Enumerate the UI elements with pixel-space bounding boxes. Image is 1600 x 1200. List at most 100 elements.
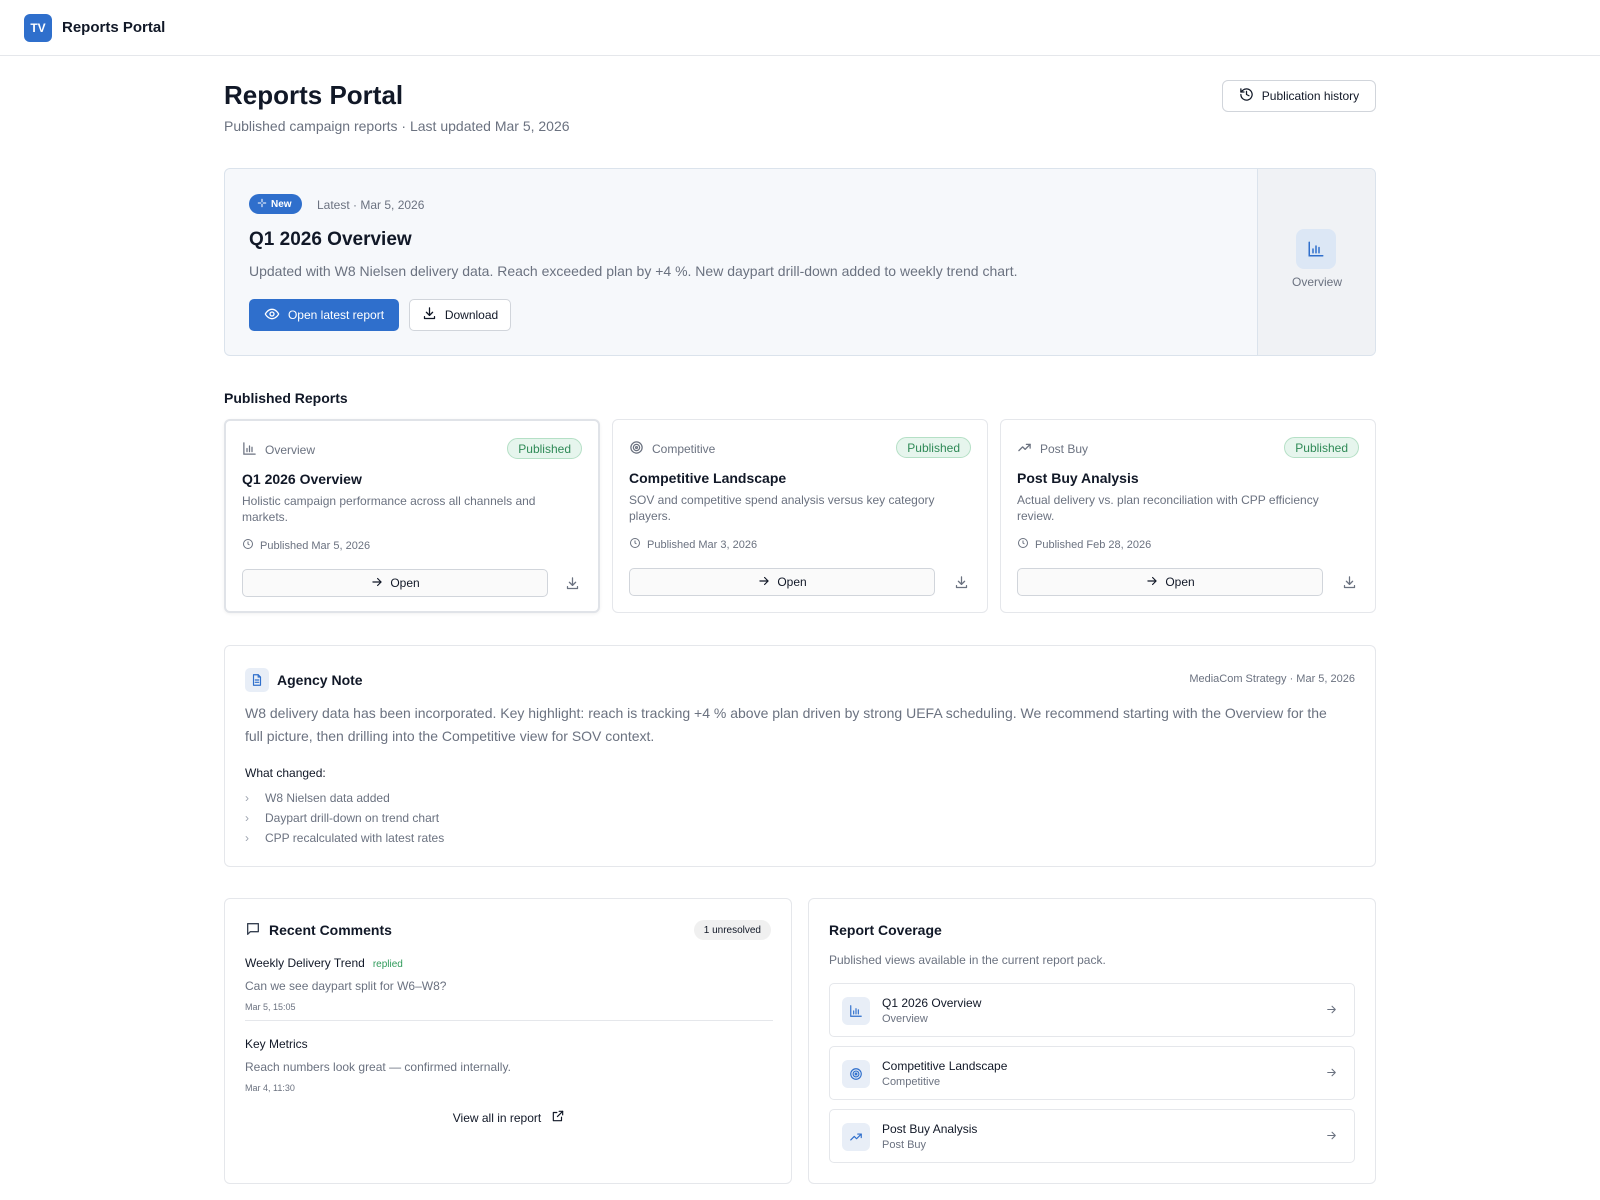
unresolved-badge: 1 unresolved <box>693 920 771 940</box>
report-card-post-buy[interactable]: Post Buy Published Post Buy Analysis Act… <box>1000 419 1376 613</box>
coverage-item-competitive[interactable]: Competitive Landscape Competitive <box>829 1046 1355 1100</box>
message-icon <box>245 921 261 942</box>
bar-chart-icon <box>242 441 257 459</box>
eye-icon <box>264 306 280 325</box>
publication-history-button[interactable]: Publication history <box>1222 80 1376 112</box>
category-label: Competitive <box>652 442 716 456</box>
recent-comments-panel: Recent Comments 1 unresolved Weekly Deli… <box>224 898 792 1184</box>
list-item: › W8 Nielsen data added <box>245 788 444 808</box>
bar-chart-icon <box>1296 229 1336 269</box>
report-card-title: Competitive Landscape <box>629 470 787 486</box>
publication-history-label: Publication history <box>1261 89 1360 103</box>
clock-icon <box>1017 537 1029 552</box>
coverage-item-post-buy[interactable]: Post Buy Analysis Post Buy <box>829 1109 1355 1163</box>
date-label: Published Feb 28, 2026 <box>1035 538 1152 551</box>
date-label: Published Mar 3, 2026 <box>647 538 758 551</box>
download-icon[interactable] <box>951 572 971 592</box>
open-report-button[interactable]: Open <box>629 568 935 596</box>
comment-item[interactable]: Key Metrics Reach numbers look great — c… <box>245 1035 773 1093</box>
agency-note: Agency Note MediaCom Strategy · Mar 5, 2… <box>224 645 1376 867</box>
report-coverage-title: Report Coverage <box>829 922 942 938</box>
report-card-description: SOV and competitive spend analysis versu… <box>629 493 935 523</box>
comment-title: Key Metrics <box>245 1037 308 1051</box>
report-card-date: Published Feb 28, 2026 <box>1017 537 1151 552</box>
list-item: › Daypart drill-down on trend chart <box>245 808 444 828</box>
download-button[interactable]: Download <box>409 299 511 331</box>
download-icon[interactable] <box>1339 572 1359 592</box>
hero-side-label: Overview <box>1291 275 1342 289</box>
report-card-date: Published Mar 5, 2026 <box>242 538 370 553</box>
comment-item[interactable]: Weekly Delivery Trend replied Can we see … <box>245 954 773 1012</box>
latest-report-hero: New Latest · Mar 5, 2026 Q1 2026 Overvie… <box>224 168 1376 356</box>
comment-text: Reach numbers look great — confirmed int… <box>245 1060 511 1074</box>
coverage-item-name: Post Buy Analysis <box>882 1122 978 1136</box>
sparkle-icon <box>257 198 267 211</box>
coverage-item-name: Competitive Landscape <box>882 1059 1008 1073</box>
trending-up-icon <box>842 1123 870 1151</box>
app-logo[interactable]: TV <box>24 14 52 42</box>
report-card-description: Holistic campaign performance across all… <box>242 494 536 524</box>
arrow-right-icon <box>1325 1129 1338 1147</box>
agency-note-body: W8 delivery data has been incorporated. … <box>245 705 1327 744</box>
history-icon <box>1239 87 1254 105</box>
top-bar: TV Reports Portal <box>0 0 1600 56</box>
changes-list: › W8 Nielsen data added › Daypart drill-do… <box>245 788 444 848</box>
report-card-category: Overview <box>242 441 315 459</box>
coverage-item-overview[interactable]: Q1 2026 Overview Overview <box>829 983 1355 1037</box>
new-badge-label: New <box>271 198 292 210</box>
replied-status: replied <box>372 959 403 970</box>
change-text: W8 Nielsen data added <box>265 791 390 805</box>
open-report-button[interactable]: Open <box>1017 568 1323 596</box>
arrow-right-icon <box>757 574 771 591</box>
chevron-right-icon: › <box>245 791 249 805</box>
coverage-item-name: Q1 2026 Overview <box>882 996 982 1010</box>
view-all-label: View all in report <box>452 1110 542 1125</box>
report-card-category: Competitive <box>629 440 715 458</box>
published-reports-heading: Published Reports <box>224 390 348 406</box>
report-card-title: Post Buy Analysis <box>1017 470 1139 486</box>
arrow-right-icon <box>1145 574 1159 591</box>
comment-title: Weekly Delivery Trend <box>245 956 365 970</box>
coverage-item-category: Overview <box>882 1013 928 1025</box>
report-card-description: Actual delivery vs. plan reconciliation … <box>1017 493 1319 523</box>
report-card-competitive[interactable]: Competitive Published Competitive Landsc… <box>612 419 988 613</box>
agency-note-meta: MediaCom Strategy · Mar 5, 2026 <box>1189 673 1355 685</box>
view-all-link[interactable]: View all in report <box>225 1109 793 1126</box>
clock-icon <box>629 537 641 552</box>
external-link-icon <box>551 1109 565 1126</box>
arrow-right-icon <box>370 575 384 592</box>
hero-side-panel: Overview <box>1257 169 1375 355</box>
open-latest-report-label: Open latest report <box>287 308 385 322</box>
new-badge: New <box>249 194 302 214</box>
download-icon <box>422 306 437 324</box>
document-icon <box>245 668 269 692</box>
comment-text: Can we see daypart split for W6–W8? <box>245 979 447 993</box>
status-badge: Published <box>1284 437 1359 458</box>
trending-up-icon <box>1017 440 1032 458</box>
open-latest-report-button[interactable]: Open latest report <box>249 299 399 331</box>
target-icon <box>629 440 644 458</box>
bar-chart-icon <box>842 997 870 1025</box>
category-label: Overview <box>265 443 316 457</box>
page-title: Reports Portal <box>224 80 404 110</box>
open-report-button[interactable]: Open <box>242 569 548 597</box>
chevron-right-icon: › <box>245 811 249 825</box>
coverage-item-category: Post Buy <box>882 1139 927 1151</box>
what-changed-label: What changed: <box>245 766 326 780</box>
agency-note-title: Agency Note <box>277 672 363 688</box>
download-icon[interactable] <box>562 573 582 593</box>
report-card-date: Published Mar 3, 2026 <box>629 537 757 552</box>
change-text: CPP recalculated with latest rates <box>265 831 445 845</box>
page-subtitle: Published campaign reports · Last update… <box>224 118 570 134</box>
category-label: Post Buy <box>1040 442 1089 456</box>
app-title[interactable]: Reports Portal <box>62 19 165 36</box>
report-card-category: Post Buy <box>1017 440 1088 458</box>
report-card-overview[interactable]: Overview Published Q1 2026 Overview Holi… <box>224 419 600 613</box>
open-label: Open <box>1165 575 1195 589</box>
coverage-item-category: Competitive <box>882 1076 941 1088</box>
change-text: Daypart drill-down on trend chart <box>265 811 440 825</box>
download-label: Download <box>444 308 499 322</box>
comment-time: Mar 4, 11:30 <box>245 1083 295 1093</box>
date-label: Published Mar 5, 2026 <box>260 539 371 552</box>
arrow-right-icon <box>1325 1066 1338 1084</box>
